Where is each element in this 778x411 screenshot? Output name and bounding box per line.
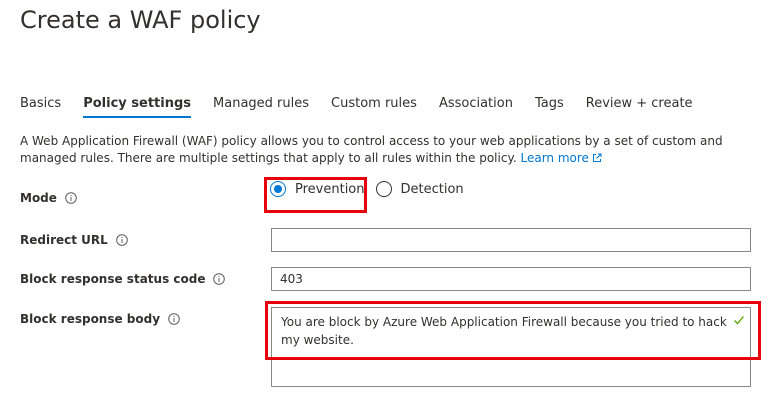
tab-managed-rules[interactable]: Managed rules <box>213 94 309 124</box>
info-icon[interactable] <box>65 192 77 204</box>
mode-radio-group: Prevention Detection <box>270 181 472 197</box>
tab-custom-rules[interactable]: Custom rules <box>331 94 417 124</box>
tab-association[interactable]: Association <box>439 94 513 124</box>
mode-label: Mode <box>20 191 57 205</box>
response-body-label: Block response body <box>20 312 161 326</box>
description-text: A Web Application Firewall (WAF) policy … <box>20 134 723 165</box>
checkmark-icon <box>734 316 744 325</box>
radio-button-checked[interactable] <box>270 181 286 197</box>
mode-label-row: Mode <box>20 191 77 205</box>
status-code-label: Block response status code <box>20 272 206 286</box>
info-icon[interactable] <box>115 234 128 246</box>
waf-policy-page: Create a WAF policy Basics Policy settin… <box>0 0 778 411</box>
learn-more-label: Learn more <box>520 151 589 165</box>
tab-bar: Basics Policy settings Managed rules Cus… <box>20 94 715 124</box>
mode-option-detection[interactable]: Detection <box>375 181 464 197</box>
response-body-text: You are block by Azure Web Application F… <box>281 315 727 347</box>
policy-description: A Web Application Firewall (WAF) policy … <box>20 133 760 167</box>
page-title: Create a WAF policy <box>20 6 261 34</box>
response-body-label-row: Block response body <box>20 312 180 326</box>
tab-basics[interactable]: Basics <box>20 94 61 124</box>
redirect-url-input[interactable] <box>271 228 751 252</box>
prevention-label: Prevention <box>295 181 365 197</box>
info-icon[interactable] <box>168 313 180 325</box>
radio-dot <box>274 185 282 193</box>
detection-label: Detection <box>400 181 464 197</box>
tab-review-create[interactable]: Review + create <box>586 94 693 124</box>
tab-tags[interactable]: Tags <box>535 94 564 124</box>
learn-more-link[interactable]: Learn more <box>520 151 602 165</box>
mode-option-prevention[interactable]: Prevention <box>270 181 365 197</box>
info-icon[interactable] <box>213 273 226 285</box>
status-code-label-row: Block response status code <box>20 272 226 286</box>
status-code-input[interactable]: 403 <box>271 267 751 291</box>
external-link-icon <box>592 153 602 162</box>
tab-policy-settings[interactable]: Policy settings <box>83 94 191 124</box>
response-body-textarea[interactable]: You are block by Azure Web Application F… <box>271 307 751 387</box>
redirect-url-label: Redirect URL <box>20 233 108 247</box>
radio-button-unchecked[interactable] <box>375 181 392 197</box>
redirect-url-label-row: Redirect URL <box>20 233 128 247</box>
